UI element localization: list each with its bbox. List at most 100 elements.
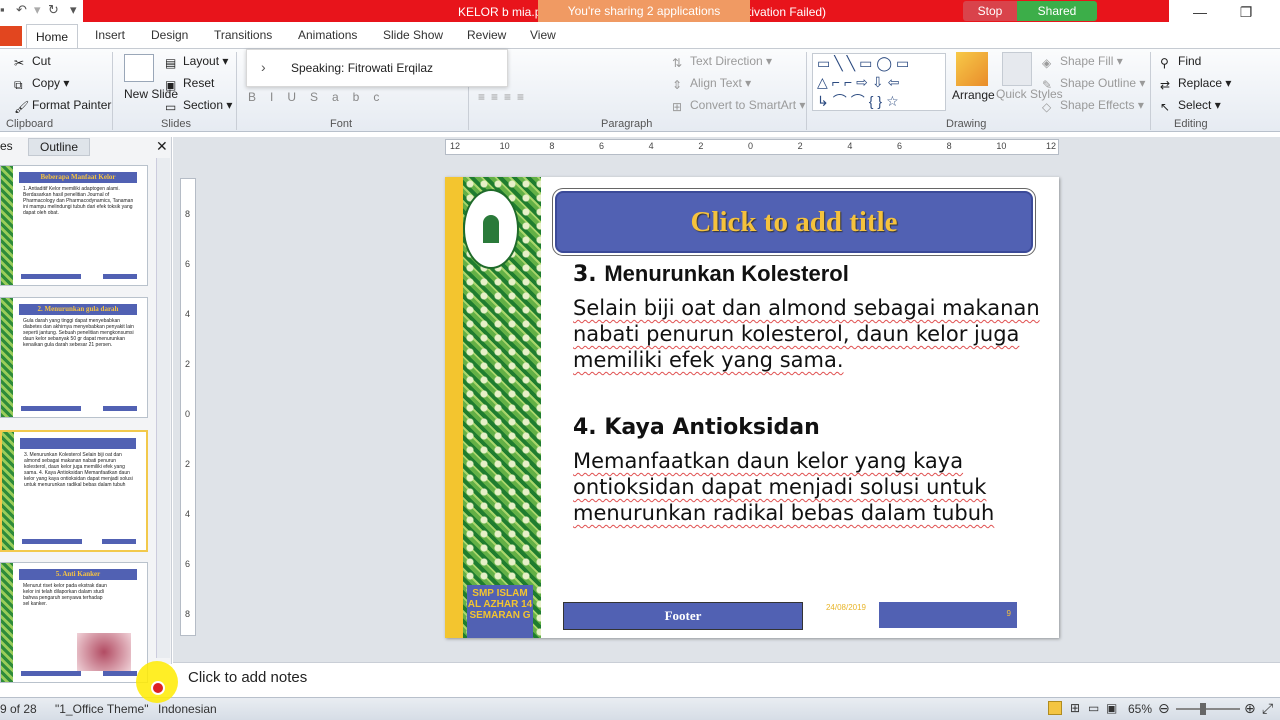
undo-dropdown-icon[interactable]: ▾ <box>34 2 41 18</box>
notes-pane[interactable]: Click to add notes <box>173 662 1280 697</box>
align-text-label: Align Text <box>690 76 742 90</box>
section-button[interactable]: ▭ Section ▾ <box>165 98 232 114</box>
paragraph-group-label: Paragraph <box>601 118 653 130</box>
tab-insert[interactable]: Insert <box>95 28 125 42</box>
ruler-tick: 8 <box>185 609 191 619</box>
separator <box>1150 52 1151 130</box>
panel-scrollbar[interactable] <box>156 158 170 658</box>
reading-view-icon[interactable]: ▭ <box>1088 701 1099 715</box>
share-notice: You're sharing 2 applications <box>538 0 750 22</box>
binoculars-icon: ⚲ <box>1160 55 1169 70</box>
tab-transitions[interactable]: Transitions <box>214 28 272 42</box>
fit-to-window-icon[interactable]: ⤢ <box>1262 700 1273 717</box>
tab-outline[interactable]: Outline <box>28 138 90 156</box>
tab-home[interactable]: Home <box>26 24 78 49</box>
quick-styles-button[interactable]: Quick Styles <box>996 88 1063 100</box>
undo-icon[interactable]: ↶ <box>16 2 27 18</box>
stop-sharing-button[interactable]: Stop <box>963 1 1017 21</box>
thumb-title: 5. Anti Kanker <box>19 569 137 580</box>
select-button[interactable]: ↖ Select ▾ <box>1160 98 1221 114</box>
reset-button[interactable]: ▣ Reset <box>165 76 214 92</box>
shape-fill-button[interactable]: ◈ Shape Fill ▾ <box>1042 54 1123 70</box>
normal-view-icon[interactable] <box>1048 701 1062 715</box>
tab-animations[interactable]: Animations <box>298 28 357 42</box>
horizontal-ruler[interactable]: 12 10 8 6 4 2 0 2 4 6 8 10 12 <box>445 139 1059 155</box>
ribbon-tabs <box>0 24 1280 48</box>
text-direction-label: Text Direction <box>690 54 763 68</box>
ruler-tick: 0 <box>748 141 754 151</box>
language[interactable]: Indonesian <box>158 702 217 716</box>
shapes-gallery[interactable]: ▭╲╲▭◯▭ △⌐⌐⇨⇩⇦ ↳⌒⌒{}☆ <box>812 53 946 111</box>
shape-fill-label: Shape Fill <box>1060 54 1114 68</box>
tab-design[interactable]: Design <box>151 28 188 42</box>
footer-placeholder[interactable]: Footer <box>563 602 803 630</box>
arrange-button[interactable]: Arrange <box>952 88 995 102</box>
title-placeholder[interactable]: Click to add title <box>555 191 1033 253</box>
arrange-icon[interactable] <box>956 52 988 86</box>
thumb-text: 1. Antiaditif Kelor memiliki adaptogen a… <box>23 186 134 216</box>
copy-button[interactable]: ⧉ Copy ▾ <box>14 76 69 92</box>
zoom-out-icon[interactable]: ⊖ <box>1158 700 1170 717</box>
separator <box>806 52 807 130</box>
theme-name[interactable]: "1_Office Theme" <box>55 702 148 716</box>
ruler-tick: 6 <box>897 141 903 151</box>
content-box[interactable]: 3. Menurunkan Kolesterol Selain biji oat… <box>573 261 1043 526</box>
section-label: Section <box>183 98 224 112</box>
thumb-text: 3. Menurunkan Kolesterol Selain biji oat… <box>24 452 133 488</box>
layout-button[interactable]: ▤ Layout ▾ <box>165 54 228 70</box>
section-icon: ▭ <box>165 99 177 114</box>
cut-button[interactable]: ✂ Cut <box>14 54 51 70</box>
slide-thumbnail[interactable]: Beberapa Manfaat Kelor 1. Antiaditif Kel… <box>0 165 148 286</box>
restore-button[interactable]: ❐ <box>1226 2 1266 22</box>
save-icon[interactable]: ▪ <box>0 2 5 17</box>
align-buttons[interactable]: ≡≡≡≡ <box>478 90 530 104</box>
slide-thumbnail[interactable]: 5. Anti Kanker Menurut riset kelor pada … <box>0 562 148 683</box>
new-slide-button[interactable]: New Slide <box>124 88 178 100</box>
slide-thumbnail[interactable]: 2. Menurunkan gula darah Gula darah yang… <box>0 297 148 418</box>
date-placeholder[interactable]: 24/08/2019 <box>815 602 877 630</box>
text-direction-button[interactable]: ⇅ Text Direction ▾ <box>672 54 772 70</box>
shape-effects-button[interactable]: ◇ Shape Effects ▾ <box>1042 98 1144 114</box>
minimize-button[interactable]: — <box>1180 2 1220 22</box>
replace-button[interactable]: ⇄ Replace ▾ <box>1160 76 1231 92</box>
tab-view[interactable]: View <box>530 28 556 42</box>
file-tab[interactable] <box>0 26 22 46</box>
convert-smartart-button[interactable]: ⊞ Convert to SmartArt ▾ <box>672 98 805 114</box>
tab-review[interactable]: Review <box>467 28 506 42</box>
font-format-buttons[interactable]: BIUSabc <box>248 90 393 104</box>
slide-number-placeholder[interactable]: 9 <box>879 602 1017 628</box>
slide-thumbnail-selected[interactable]: 3. Menurunkan Kolesterol Selain biji oat… <box>0 430 148 552</box>
ruler-tick: 8 <box>946 141 952 151</box>
zoom-level[interactable]: 65% <box>1128 702 1152 716</box>
replace-icon: ⇄ <box>1160 77 1171 92</box>
tab-slide-show[interactable]: Slide Show <box>383 28 443 42</box>
select-label: Select <box>1178 98 1212 112</box>
customize-qat-icon[interactable]: ▾ <box>70 2 77 18</box>
heading-3: 3. Menurunkan Kolesterol <box>573 261 1043 287</box>
school-logo <box>463 189 519 269</box>
slide-count: 9 of 28 <box>0 702 37 716</box>
find-button[interactable]: ⚲ Find <box>1160 54 1201 70</box>
new-slide-icon[interactable] <box>124 54 154 82</box>
slideshow-view-icon[interactable]: ▣ <box>1106 701 1117 715</box>
shape-outline-button[interactable]: ✎ Shape Outline ▾ <box>1042 76 1145 92</box>
sorter-view-icon[interactable]: ⊞ <box>1070 701 1080 715</box>
close-panel-icon[interactable]: ✕ <box>156 138 168 155</box>
tab-slides[interactable]: es <box>0 139 26 156</box>
align-text-button[interactable]: ⇕ Align Text ▾ <box>672 76 751 92</box>
zoom-slider-thumb[interactable] <box>1200 703 1206 715</box>
zoom-slider[interactable] <box>1176 708 1240 710</box>
shared-button[interactable]: Shared <box>1017 1 1097 21</box>
font-group-label: Font <box>330 118 353 130</box>
zoom-in-icon[interactable]: ⊕ <box>1244 700 1256 717</box>
ruler-tick: 2 <box>185 359 191 369</box>
vertical-ruler[interactable]: 8 6 4 2 0 2 4 6 8 <box>180 178 196 636</box>
redo-icon[interactable]: ↻ <box>48 2 59 18</box>
quick-styles-icon[interactable] <box>1002 52 1032 86</box>
cursor-icon: ↖ <box>1160 99 1171 114</box>
pen-icon: ✎ <box>1042 77 1053 92</box>
layout-icon: ▤ <box>165 55 177 70</box>
ruler-tick: 4 <box>847 141 853 151</box>
format-painter-button[interactable]: 🖌 Format Painter <box>14 98 111 114</box>
slide-canvas[interactable]: SMP ISLAM AL AZHAR 14 SEMARAN G Click to… <box>445 177 1059 638</box>
